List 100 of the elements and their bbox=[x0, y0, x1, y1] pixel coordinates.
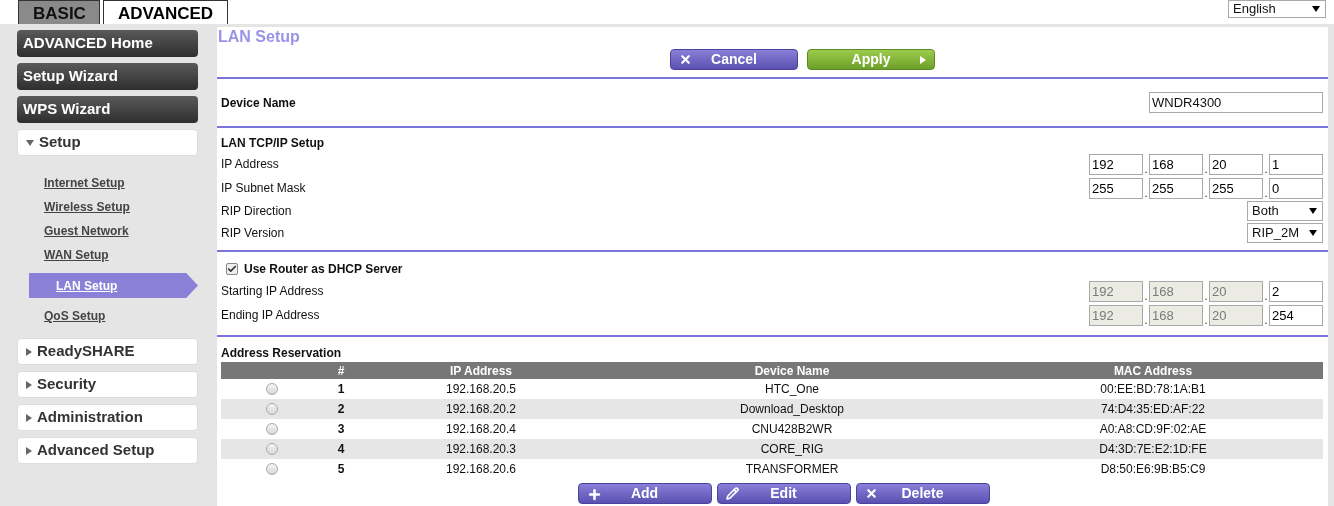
pencil-icon bbox=[725, 487, 739, 500]
nav-button[interactable]: ADVANCED Home bbox=[17, 30, 198, 57]
cancel-button[interactable]: Cancel bbox=[670, 49, 798, 70]
play-icon bbox=[920, 56, 926, 64]
octet-field[interactable]: 254 bbox=[1269, 304, 1323, 326]
octet-field[interactable]: 255 bbox=[1089, 177, 1143, 199]
nav-link[interactable]: WAN Setup bbox=[17, 243, 198, 267]
octet-field[interactable]: 1 bbox=[1269, 153, 1323, 175]
table-cell-text: 74:D4:35:ED:AF:22 bbox=[1099, 401, 1207, 418]
octet-separator: . bbox=[1143, 162, 1149, 175]
nav-button[interactable]: Setup Wizard bbox=[17, 63, 198, 90]
table-cell-text: HTC_One bbox=[764, 381, 820, 398]
field-label: RIP Version bbox=[221, 225, 285, 242]
octet-separator: . bbox=[1263, 186, 1269, 199]
octet-field[interactable]: 20 bbox=[1209, 153, 1263, 175]
caret-icon bbox=[26, 380, 32, 389]
section-heading: LAN TCP/IP Setup bbox=[221, 135, 326, 152]
field-label: Ending IP Address bbox=[221, 307, 320, 324]
radio-button[interactable] bbox=[266, 383, 278, 395]
caret-icon bbox=[1309, 208, 1317, 214]
column-header: # bbox=[336, 362, 346, 380]
device-name-field[interactable]: WNDR4300 bbox=[1149, 92, 1323, 113]
nav-section[interactable]: Administration bbox=[17, 404, 198, 431]
octet-field[interactable]: 192 bbox=[1089, 153, 1143, 175]
caret-icon bbox=[26, 413, 32, 422]
nav-link[interactable]: Guest Network bbox=[17, 219, 198, 243]
table-cell-text: 192.168.20.2 bbox=[444, 401, 518, 418]
octet-separator: . bbox=[1143, 289, 1149, 302]
octet-field[interactable]: 168 bbox=[1149, 153, 1203, 175]
nav-section[interactable]: Advanced Setup bbox=[17, 437, 198, 464]
table-row[interactable]: 4 192.168.20.3 CORE_RIG D4:3D:7E:E2:1D:FE bbox=[221, 439, 1323, 459]
table-cell-text: 192.168.20.5 bbox=[444, 381, 518, 398]
table-cell-text: 192.168.20.4 bbox=[444, 421, 518, 438]
table-cell-text: 192.168.20.6 bbox=[444, 461, 518, 478]
table-cell-text: 1 bbox=[336, 381, 346, 398]
nav-section[interactable]: ReadySHARE bbox=[17, 338, 198, 365]
caret-icon bbox=[26, 347, 32, 356]
nav-button[interactable]: WPS Wizard bbox=[17, 96, 198, 123]
octet-separator: . bbox=[1263, 289, 1269, 302]
add-button[interactable]: Add bbox=[577, 483, 712, 504]
octet-field[interactable]: 2 bbox=[1269, 280, 1323, 302]
table-cell-text: 3 bbox=[336, 421, 346, 438]
plus-icon bbox=[586, 487, 602, 502]
octet-separator: . bbox=[1203, 186, 1209, 199]
nav-link[interactable]: Internet Setup bbox=[17, 171, 198, 195]
column-header: IP Address bbox=[449, 362, 513, 380]
edit-button[interactable]: Edit bbox=[716, 483, 851, 504]
table-cell-text: 192.168.20.3 bbox=[444, 441, 518, 458]
table-cell-text: D4:3D:7E:E2:1D:FE bbox=[1098, 441, 1208, 458]
octet-separator: . bbox=[1143, 313, 1149, 326]
radio-button[interactable] bbox=[266, 463, 278, 475]
checkbox-label: Use Router as DHCP Server bbox=[244, 261, 403, 278]
dropdown[interactable]: RIP_2M bbox=[1247, 223, 1323, 243]
section-heading: Address Reservation bbox=[221, 345, 343, 362]
octet-separator: . bbox=[1143, 186, 1149, 199]
table-cell-text: TRANSFORMER bbox=[744, 461, 840, 478]
table-cell-text: CNU428B2WR bbox=[750, 421, 834, 438]
caret-icon bbox=[26, 139, 34, 146]
octet-separator: . bbox=[1203, 289, 1209, 302]
table-cell-text: D8:50:E6:9B:B5:C9 bbox=[1099, 461, 1207, 478]
octet-field[interactable]: 255 bbox=[1149, 177, 1203, 199]
table-cell-text: 5 bbox=[336, 461, 346, 478]
close-icon bbox=[864, 487, 878, 500]
nav-link[interactable]: QoS Setup bbox=[17, 304, 198, 328]
octet-separator: . bbox=[1203, 313, 1209, 326]
tab[interactable]: BASIC bbox=[18, 0, 100, 24]
table-cell-text: A0:A8:CD:9F:02:AE bbox=[1098, 421, 1208, 438]
radio-button[interactable] bbox=[266, 423, 278, 435]
dropdown[interactable]: Both bbox=[1247, 201, 1323, 221]
octet-separator: . bbox=[1263, 313, 1269, 326]
table-cell-text: 4 bbox=[336, 441, 346, 458]
table-cell-text: CORE_RIG bbox=[759, 441, 825, 458]
field-label: IP Subnet Mask bbox=[221, 180, 306, 197]
field-label: Starting IP Address bbox=[221, 283, 324, 300]
column-header: MAC Address bbox=[1112, 362, 1194, 380]
octet-field[interactable]: 255 bbox=[1209, 177, 1263, 199]
check-icon bbox=[227, 264, 237, 274]
caret-icon bbox=[26, 446, 32, 455]
table-cell-text: 2 bbox=[336, 401, 346, 418]
tab[interactable]: ADVANCED bbox=[103, 0, 229, 24]
caret-icon bbox=[1312, 6, 1320, 12]
nav-section[interactable]: Setup bbox=[17, 129, 198, 156]
page-title: LAN Setup bbox=[217, 27, 301, 45]
nav-section[interactable]: Security bbox=[17, 371, 198, 398]
checkbox[interactable] bbox=[226, 263, 238, 275]
table-row[interactable]: 2 192.168.20.2 Download_Desktop 74:D4:35:ED:AF:22 bbox=[221, 399, 1323, 419]
close-icon bbox=[679, 53, 692, 66]
table-cell-text: 00:EE:BD:78:1A:B1 bbox=[1099, 381, 1207, 398]
field-label: IP Address bbox=[221, 156, 279, 173]
octet-field[interactable]: 0 bbox=[1269, 177, 1323, 199]
nav-link[interactable]: Wireless Setup bbox=[17, 195, 198, 219]
field-label: RIP Direction bbox=[221, 203, 292, 220]
field-label: Device Name bbox=[221, 94, 296, 112]
language-dropdown[interactable]: English bbox=[1228, 0, 1326, 18]
delete-button[interactable]: Delete bbox=[855, 483, 990, 504]
radio-button[interactable] bbox=[266, 403, 278, 415]
column-header: Device Name bbox=[753, 362, 831, 380]
octet-separator: . bbox=[1203, 162, 1209, 175]
radio-button[interactable] bbox=[266, 443, 278, 455]
caret-icon bbox=[1309, 230, 1317, 236]
